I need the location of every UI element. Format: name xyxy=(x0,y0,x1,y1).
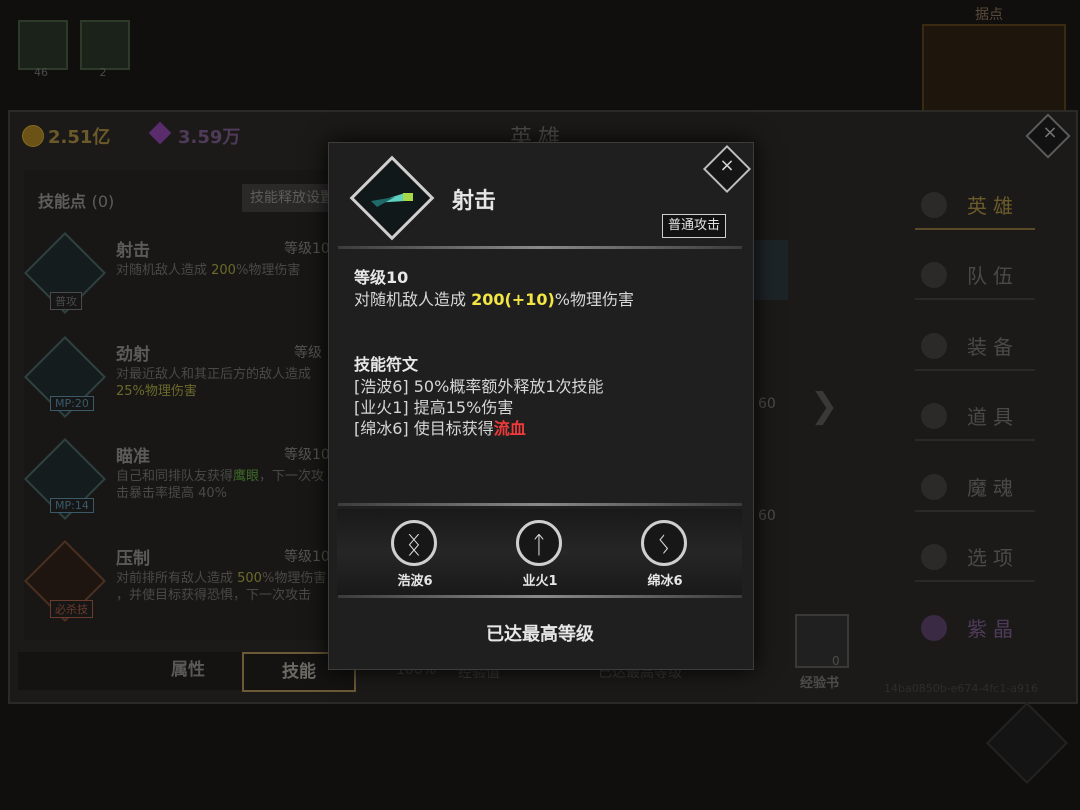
skill-level: 等级10 xyxy=(284,241,330,257)
skill-points: 技能点 (0) xyxy=(38,188,114,212)
gold-amount: 2.51亿 xyxy=(48,127,111,148)
nav-equipment[interactable]: 装备 xyxy=(915,323,1035,371)
helmet-icon xyxy=(921,333,947,359)
nav-underline xyxy=(915,439,1035,441)
divider xyxy=(338,595,742,598)
nav-soul[interactable]: 魔魂 xyxy=(915,464,1035,512)
nav-label: 紫晶 xyxy=(967,617,1019,641)
skill-desc: 对最近敌人和其正后方的敌人造成 25%物理伤害 xyxy=(116,367,312,399)
close-icon: × xyxy=(719,155,735,176)
skill-desc: 对随机敌人造成 200%物理伤害 xyxy=(116,263,301,278)
max-level-status: 已达最高等级 xyxy=(486,624,594,645)
minimap[interactable] xyxy=(922,24,1066,114)
skill-row-aim[interactable]: MP:14 瞄准 等级10 自己和同排队友获得鹰眼，下一次攻 击暴击率提高 40% xyxy=(23,437,344,536)
nav-label: 英雄 xyxy=(967,194,1019,218)
tab-attributes[interactable]: 属性 xyxy=(150,652,226,688)
nav-label: 装备 xyxy=(967,335,1019,359)
nav-label: 选项 xyxy=(967,546,1019,570)
nav-label: 魔魂 xyxy=(967,476,1019,500)
nav-items[interactable]: 道具 xyxy=(915,393,1035,441)
skill-tag: MP:14 xyxy=(50,498,94,513)
nav-underline xyxy=(915,510,1035,512)
player-uid: 14ba0850b-e674-4fc1-a916 xyxy=(884,682,1039,695)
nav-underline xyxy=(915,580,1035,582)
top-item-slot-2[interactable] xyxy=(80,20,130,70)
gold-coin-icon xyxy=(22,125,44,147)
stat-number: 60 xyxy=(758,508,776,524)
rune-label: 绵冰6 xyxy=(647,574,683,589)
rune-fire-icon[interactable]: ᛏ xyxy=(516,520,562,566)
skill-points-value: (0) xyxy=(91,192,115,211)
top-item-slot-1[interactable] xyxy=(18,20,68,70)
skill-row-suppress[interactable]: 必杀技 压制 等级10 对前排所有敌人造成 500%物理伤害 ，并使目标获得恐惧，… xyxy=(23,539,344,638)
modal-skill-description: 对随机敌人造成 200(+10)%物理伤害 xyxy=(354,290,635,309)
skill-row-shoot[interactable]: 普攻 射击 等级10 对随机敌人造成 200%物理伤害 xyxy=(23,231,344,330)
skill-desc: 自己和同排队友获得鹰眼，下一次攻 击暴击率提高 40% xyxy=(116,469,325,501)
skill-tag: MP:20 xyxy=(50,396,94,411)
bag-icon xyxy=(921,403,947,429)
skill-name: 瞄准 xyxy=(116,447,150,467)
exp-book-count: 0 xyxy=(832,654,840,668)
gear-icon xyxy=(921,544,947,570)
nav-underline xyxy=(915,228,1035,230)
nav-hero[interactable]: 英雄 xyxy=(915,182,1035,230)
skill-name: 压制 xyxy=(116,549,150,569)
next-arrow-icon[interactable]: ❯ xyxy=(810,386,839,426)
divider xyxy=(338,503,742,506)
nav-options[interactable]: 选项 xyxy=(915,534,1035,582)
nav-underline xyxy=(915,298,1035,300)
skill-name: 射击 xyxy=(116,241,150,261)
rune-wave-icon[interactable]: ᛝ xyxy=(391,520,437,566)
stat-number: 60 xyxy=(758,396,776,412)
skill-level: 等级10 xyxy=(284,549,330,565)
nav-label: 队伍 xyxy=(967,264,1019,288)
skill-name: 劲射 xyxy=(116,345,150,365)
close-icon: × xyxy=(1042,122,1058,143)
exp-book-icon[interactable] xyxy=(795,614,849,668)
top-item-count-2: 2 xyxy=(99,66,107,79)
skill-level: 等级10 xyxy=(284,447,330,463)
rune-label: 浩波6 xyxy=(397,574,433,589)
nav-team[interactable]: 队伍 xyxy=(915,252,1035,300)
skill-type-badge: 普通攻击 xyxy=(662,214,727,238)
nav-label: 道具 xyxy=(967,405,1019,429)
skill-desc: 对前排所有敌人造成 500%物理伤害 ，并使目标获得恐惧，下一次攻击 xyxy=(116,571,327,603)
skill-row-power-shot[interactable]: MP:20 劲射 等级 对最近敌人和其正后方的敌人造成 25%物理伤害 xyxy=(23,335,344,434)
amethyst-icon xyxy=(921,615,947,641)
skill-level: 等级 xyxy=(294,345,322,361)
top-item-count-1: 46 xyxy=(34,66,48,79)
rune-section-title: 技能符文 xyxy=(354,355,419,374)
exp-book-label: 经验书 xyxy=(800,676,840,691)
flag-icon xyxy=(921,262,947,288)
rune-ice-icon[interactable]: ᛊ xyxy=(641,520,687,566)
modal-skill-level: 等级10 xyxy=(354,268,409,287)
skill-points-label: 技能点 xyxy=(38,192,87,211)
map-label: 据点 xyxy=(975,7,1003,23)
skill-tag: 普攻 xyxy=(50,292,82,310)
modal-skill-icon-wrap xyxy=(349,155,435,241)
divider xyxy=(338,246,742,249)
rune-label: 业火1 xyxy=(522,574,558,589)
skill-tag: 必杀技 xyxy=(50,600,93,618)
modal-skill-title: 射击 xyxy=(452,189,497,214)
arrow-skill-icon xyxy=(349,155,435,241)
gem-amount: 3.59万 xyxy=(178,127,241,148)
rune-effect-line: [绵冰6] 使目标获得流血 xyxy=(354,419,526,438)
skill-setting-button[interactable]: 技能释放设置 xyxy=(242,184,340,212)
flame-icon xyxy=(921,474,947,500)
nav-amethyst[interactable]: 紫晶 xyxy=(915,605,1035,653)
nav-underline xyxy=(915,369,1035,371)
hero-icon xyxy=(921,192,947,218)
